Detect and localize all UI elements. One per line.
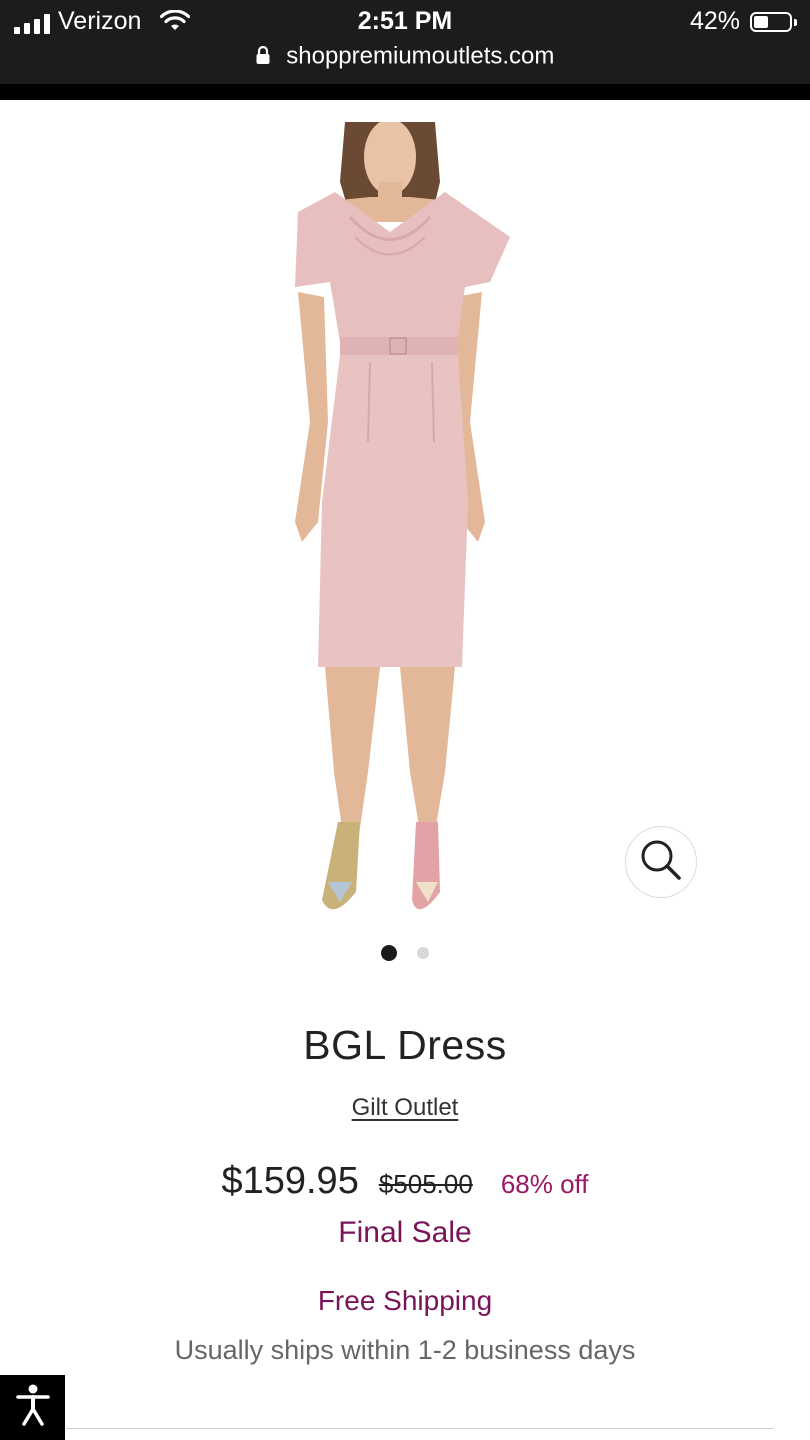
- address-bar[interactable]: shoppremiumoutlets.com: [0, 42, 810, 74]
- shipping-estimate: Usually ships within 1-2 business days: [174, 1335, 636, 1365]
- discount-badge: 68% off: [500, 1169, 589, 1199]
- price-row: $159.95 $505.00 68% off: [0, 1160, 810, 1203]
- free-shipping-label: Free Shipping: [317, 1285, 493, 1316]
- gallery-dot-1[interactable]: [381, 944, 397, 961]
- zoom-button[interactable]: [625, 826, 697, 898]
- magnifier-icon: [639, 838, 683, 887]
- accessibility-person-icon: [15, 1383, 51, 1432]
- url-text: shoppremiumoutlets.com: [286, 42, 555, 70]
- product-title: BGL Dress: [303, 1022, 507, 1068]
- lock-icon: [256, 43, 270, 71]
- final-sale-label: Final Sale: [338, 1216, 472, 1249]
- brand-link[interactable]: Gilt Outlet: [352, 1094, 459, 1121]
- status-bar: Verizon 2:51 PM 42% shoppremiumoutlets.c…: [0, 0, 810, 84]
- brand-link-container: Gilt Outlet: [0, 1094, 810, 1122]
- battery-icon: [750, 12, 797, 32]
- divider: [66, 1428, 774, 1429]
- gallery-dot-2[interactable]: [417, 946, 429, 959]
- original-price: $505.00: [378, 1169, 473, 1199]
- product-image[interactable]: [240, 119, 570, 922]
- gallery-pagination: [0, 944, 810, 962]
- battery-percent: 42%: [689, 7, 740, 35]
- accessibility-button[interactable]: [0, 1375, 65, 1440]
- sale-price: $159.95: [221, 1160, 359, 1202]
- clock: 2:51 PM: [357, 7, 453, 35]
- toolbar-divider: [0, 84, 810, 100]
